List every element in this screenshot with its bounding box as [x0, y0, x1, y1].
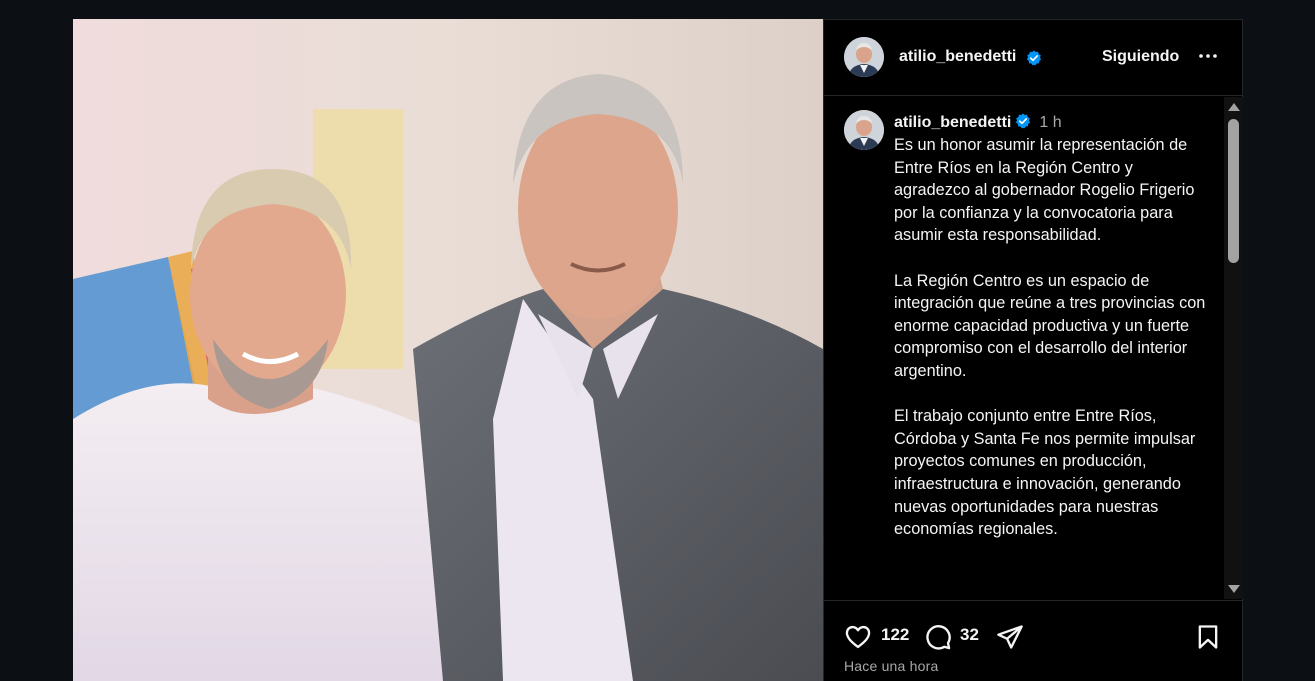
scroll-up-arrow-icon[interactable]: [1228, 103, 1240, 111]
post-photo: [73, 19, 823, 681]
post-header: atilio_benedetti Siguiendo: [824, 20, 1242, 96]
caption-text: Es un honor asumir la representación de …: [894, 136, 1206, 539]
caption-header: atilio_benedetti 1 h: [894, 113, 1062, 133]
header-username[interactable]: atilio_benedetti: [899, 48, 1016, 66]
bookmark-icon[interactable]: [1194, 623, 1222, 651]
heart-icon[interactable]: [844, 623, 872, 651]
avatar-image: [844, 37, 884, 77]
comment-icon[interactable]: [924, 623, 952, 651]
post-time-ago[interactable]: Hace una hora: [844, 658, 938, 674]
post-side-panel: atilio_benedetti Siguiendo atilio_benede…: [823, 19, 1243, 681]
verified-badge-icon: [1016, 113, 1031, 129]
action-bar: 122 32 Hace una hora: [824, 600, 1242, 681]
user-avatar[interactable]: [844, 37, 884, 77]
post-photo-illustration: [73, 19, 823, 681]
caption-avatar[interactable]: [844, 110, 884, 150]
avatar-image: [844, 110, 884, 150]
share-icon[interactable]: [996, 623, 1024, 651]
scroll-down-arrow-icon[interactable]: [1228, 585, 1240, 593]
verified-badge-icon: [1026, 50, 1042, 66]
caption-scrollbar[interactable]: [1224, 97, 1243, 599]
more-horizontal-icon[interactable]: [1196, 44, 1220, 68]
caption-area[interactable]: atilio_benedetti 1 h Es un honor asumir …: [824, 97, 1224, 599]
following-button[interactable]: Siguiendo: [1102, 48, 1179, 66]
scrollbar-thumb[interactable]: [1228, 119, 1239, 263]
caption-timestamp[interactable]: 1 h: [1039, 114, 1061, 131]
like-count[interactable]: 122: [881, 625, 909, 645]
comment-count[interactable]: 32: [960, 625, 979, 645]
caption-username[interactable]: atilio_benedetti: [894, 114, 1011, 131]
